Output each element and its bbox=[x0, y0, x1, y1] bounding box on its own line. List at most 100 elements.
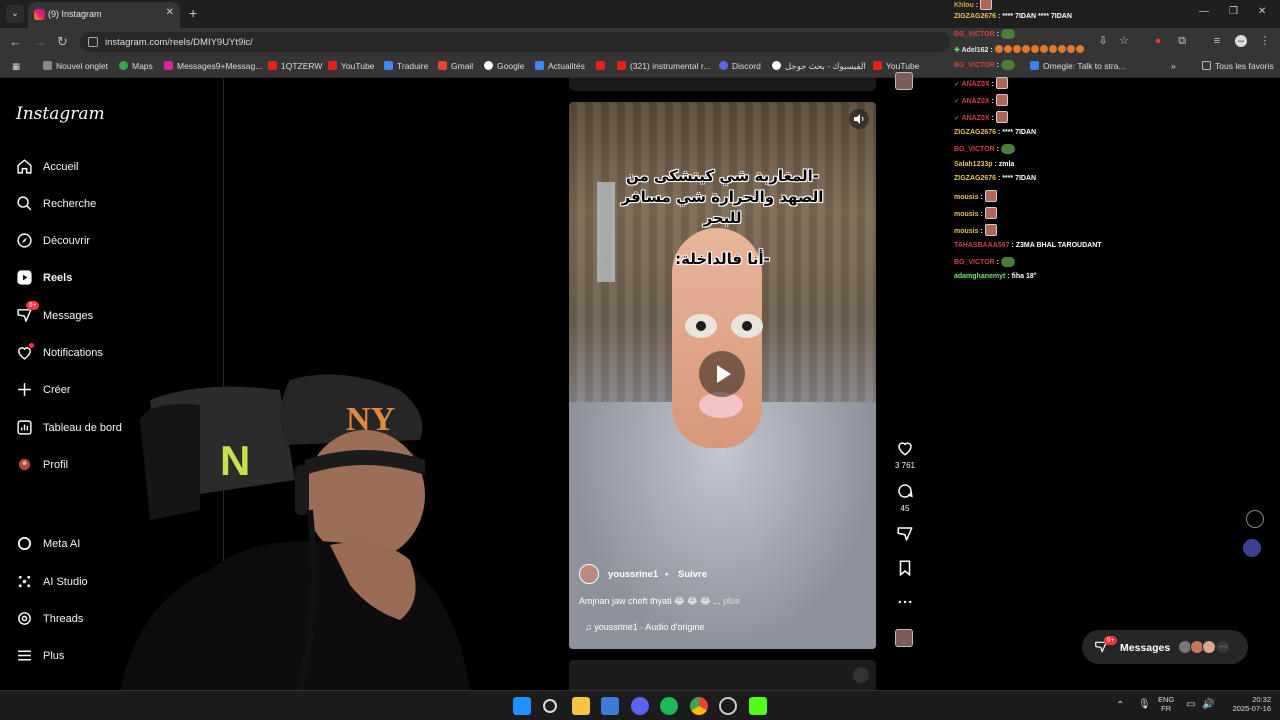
close-tab-icon[interactable]: ✕ bbox=[166, 7, 174, 18]
bookmark-label: Messages9+Messag... bbox=[177, 61, 263, 71]
restore-icon[interactable]: ❐ bbox=[1229, 6, 1238, 17]
like-action[interactable]: 3 761 bbox=[890, 439, 920, 470]
bookmark-item[interactable]: Actualités bbox=[535, 61, 585, 71]
author-avatar[interactable] bbox=[579, 564, 599, 584]
site-info-icon[interactable] bbox=[88, 37, 98, 47]
reel-video[interactable]: -المغاربة شي كيتشكى من الصهد والحرارة شي… bbox=[569, 102, 876, 649]
bookmark-item[interactable]: Discord bbox=[719, 61, 761, 71]
obs-icon[interactable] bbox=[719, 697, 737, 715]
audio-label: youssrine1 · Audio d'origine bbox=[594, 622, 705, 632]
bookmark-item[interactable]: YouTube bbox=[328, 61, 374, 71]
new-tab-icon[interactable]: + bbox=[189, 5, 197, 21]
spotify-icon[interactable] bbox=[660, 697, 678, 715]
browser-menu-icon[interactable]: ⋮ bbox=[1259, 35, 1271, 47]
bookmark-item[interactable] bbox=[596, 61, 609, 71]
author-username[interactable]: youssrine1 bbox=[608, 569, 658, 580]
comment-icon[interactable] bbox=[896, 482, 914, 500]
meta-ai-fab-icon[interactable] bbox=[1243, 539, 1261, 557]
bookmark-item[interactable]: 1QTZERW bbox=[268, 61, 322, 71]
nav-label: Accueil bbox=[43, 161, 79, 173]
bookmark-label: Gmail bbox=[451, 61, 474, 71]
store-icon[interactable] bbox=[601, 697, 619, 715]
back-icon[interactable]: ← bbox=[9, 34, 22, 49]
bookmark-item[interactable]: YouTube bbox=[873, 61, 919, 71]
clock[interactable]: 20:32 2025-07-16 bbox=[1225, 695, 1271, 713]
file-explorer-icon[interactable] bbox=[572, 697, 590, 715]
chat-emote-icon bbox=[1021, 45, 1030, 53]
chat-text: **** 7IDAN **** 7IDAN bbox=[1002, 13, 1072, 20]
forward-icon[interactable]: → bbox=[33, 34, 46, 49]
volume-icon[interactable]: 🔊 bbox=[1202, 699, 1214, 710]
chat-user: Salah1233p bbox=[954, 161, 993, 168]
globe-icon bbox=[43, 61, 52, 70]
chat-badge-icon: ✚ bbox=[954, 47, 962, 54]
bookmark-icon[interactable] bbox=[896, 559, 914, 577]
profile-avatar-icon[interactable]: – bbox=[1235, 35, 1247, 47]
audio-thumbnail[interactable] bbox=[895, 72, 913, 90]
reels-icon bbox=[17, 270, 32, 285]
language-indicator[interactable]: ENG FR bbox=[1158, 695, 1174, 713]
more-link[interactable]: plus bbox=[723, 596, 740, 606]
all-bookmarks-folder[interactable]: Tous les favoris bbox=[1202, 61, 1274, 71]
chat-user: Adel162 bbox=[961, 47, 989, 54]
save-action[interactable] bbox=[890, 559, 920, 581]
more-dots-icon[interactable] bbox=[896, 593, 914, 611]
chat-message: ✓ ANAZ0X : bbox=[954, 111, 1008, 123]
instagram-logo[interactable]: Instagram bbox=[16, 104, 105, 124]
nav-label: Messages bbox=[43, 310, 94, 322]
share-icon[interactable] bbox=[896, 525, 914, 543]
bookmark-item[interactable]: Maps bbox=[119, 61, 153, 71]
browser-tab-instagram[interactable]: (9) Instagram ✕ bbox=[28, 2, 180, 28]
tab-search-chevron-icon[interactable]: ⌄ bbox=[6, 5, 24, 23]
chat-user: ANAZ0X bbox=[961, 115, 990, 122]
comment-action[interactable]: 45 bbox=[890, 482, 920, 513]
bookmark-label: YouTube bbox=[886, 61, 920, 71]
bookmark-item[interactable]: Google bbox=[484, 61, 524, 71]
mute-icon[interactable] bbox=[849, 109, 869, 129]
reload-icon[interactable]: ↻ bbox=[57, 34, 68, 50]
search-icon[interactable] bbox=[543, 699, 557, 713]
play-icon[interactable] bbox=[699, 351, 745, 397]
bookmark-item[interactable]: Traduire bbox=[384, 61, 428, 71]
tray-overflow-icon[interactable]: ⌃ bbox=[1116, 700, 1124, 711]
discord-icon[interactable] bbox=[631, 697, 649, 715]
bookmark-item[interactable]: الفيسبوك - بحث جوجل bbox=[772, 61, 866, 72]
chat-user: BG_VICTOR bbox=[954, 146, 995, 153]
audio-thumbnail[interactable] bbox=[895, 629, 913, 647]
more-avatars-icon: ··· bbox=[1216, 640, 1230, 654]
reel-eye-right bbox=[731, 314, 763, 338]
next-reel-edge[interactable] bbox=[569, 660, 876, 690]
bookmark-item[interactable]: Messages9+Messag... bbox=[164, 61, 262, 71]
nav-label: Notifications bbox=[43, 347, 103, 359]
youtube-icon bbox=[328, 61, 337, 70]
kick-icon[interactable] bbox=[749, 697, 767, 715]
previous-reel-edge[interactable] bbox=[569, 78, 876, 91]
nav-label: Découvrir bbox=[43, 235, 91, 247]
url-bar[interactable]: instagram.com/reels/DMIY9UYt9ic/ bbox=[80, 32, 950, 52]
bookmark-item[interactable]: Gmail bbox=[438, 61, 473, 71]
ai-studio-fab-icon[interactable] bbox=[1246, 510, 1264, 528]
microphone-icon[interactable]: 🎙 bbox=[1138, 699, 1151, 710]
bookmark-item[interactable]: Nouvel onglet bbox=[43, 61, 108, 71]
reel-audio[interactable]: ♫ youssrine1 · Audio d'origine bbox=[585, 622, 705, 632]
chrome-icon[interactable] bbox=[690, 697, 708, 715]
bookmark-item[interactable]: (321) instrumental r... bbox=[617, 61, 710, 71]
chat-emote-icon bbox=[980, 0, 993, 10]
chat-user: ZIGZAG2676 bbox=[954, 129, 997, 136]
minimize-icon[interactable]: — bbox=[1199, 6, 1209, 17]
chat-user: ZIGZAG2676 bbox=[954, 13, 997, 20]
chat-user: ANAZ0X bbox=[961, 98, 990, 105]
windows-start-icon[interactable] bbox=[513, 697, 531, 715]
avatar-icon bbox=[18, 458, 31, 471]
more-options-action[interactable] bbox=[890, 593, 920, 615]
network-icon[interactable]: ▭ bbox=[1186, 699, 1195, 710]
share-action[interactable] bbox=[890, 525, 920, 547]
mute-icon[interactable] bbox=[853, 667, 869, 683]
apps-grid-icon[interactable]: ▦ bbox=[12, 61, 20, 72]
bookmark-label: YouTube bbox=[341, 61, 375, 71]
close-window-icon[interactable]: ✕ bbox=[1258, 6, 1266, 17]
messages-pill[interactable]: 9+ Messages ··· bbox=[1082, 630, 1248, 664]
like-heart-icon[interactable] bbox=[896, 439, 914, 457]
follow-button[interactable]: Suivre bbox=[678, 569, 707, 580]
media-controls-icon[interactable]: ≡ bbox=[1211, 35, 1223, 47]
